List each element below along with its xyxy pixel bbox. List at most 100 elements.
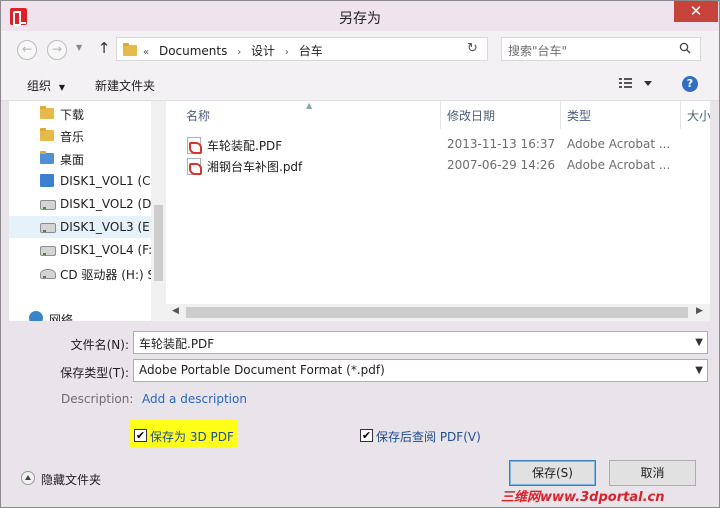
nav-scrollbar[interactable] xyxy=(151,101,166,321)
breadcrumb-design[interactable]: 设计 xyxy=(251,44,275,58)
chevron-right-icon[interactable]: › xyxy=(237,47,241,58)
search-input[interactable]: 搜索"台车" xyxy=(501,37,701,61)
filetype-select[interactable]: Adobe Portable Document Format (*.pdf) ▼ xyxy=(133,359,708,382)
overflow-chevron-icon[interactable]: « xyxy=(143,47,149,58)
scroll-left-icon[interactable]: ◀ xyxy=(172,306,179,316)
nav-item-label: 下载 xyxy=(60,108,85,122)
network-icon xyxy=(29,311,43,321)
add-description-link[interactable]: Add a description xyxy=(142,392,247,406)
view-after-save-checkbox[interactable]: ✔ xyxy=(360,429,373,442)
column-divider[interactable] xyxy=(560,101,561,129)
description-label: Description: xyxy=(61,392,134,406)
nav-item-downloads[interactable]: 下载 xyxy=(9,102,151,124)
organize-label: 组织 xyxy=(27,79,52,93)
forward-button[interactable]: → xyxy=(47,40,67,60)
title-bar: 另存为 ✕ xyxy=(1,1,719,31)
window-title: 另存为 xyxy=(339,11,381,27)
sort-ascending-icon: ▲ xyxy=(306,101,313,110)
navigation-pane: 下载 音乐 桌面 DISK1_VOL1 (C: DISK1_VOL2 (D DI… xyxy=(9,101,151,321)
music-folder-icon xyxy=(40,128,54,141)
column-divider[interactable] xyxy=(440,101,441,129)
nav-item-label: 桌面 xyxy=(60,153,85,167)
file-date: 2007-06-29 14:26 xyxy=(447,158,556,172)
hide-folders-toggle-icon[interactable] xyxy=(21,471,35,485)
drive-icon xyxy=(40,246,56,256)
column-header-name[interactable]: 名称 xyxy=(186,107,210,124)
nav-item-label: CD 驱动器 (H:) S xyxy=(60,268,151,282)
filetype-label: 保存类型(T): xyxy=(60,366,129,380)
back-arrow-icon: ← xyxy=(21,42,33,56)
nav-item-disk1-vol4[interactable]: DISK1_VOL4 (F: xyxy=(9,239,151,261)
file-row[interactable]: 湘钢台车补图.pdf 2007-06-29 14:26 Adobe Acroba… xyxy=(166,155,710,177)
nav-scrollbar-thumb[interactable] xyxy=(154,205,163,281)
search-icon[interactable] xyxy=(679,42,691,54)
file-row[interactable]: 车轮装配.PDF 2013-11-13 16:37 Adobe Acrobat … xyxy=(166,134,710,156)
nav-item-label: 音乐 xyxy=(60,130,85,144)
save-as-dialog: 另存为 ✕ ← → ▼ ↑ « Documents › 设计 › 台车 ▼ ↻ … xyxy=(0,0,720,508)
recent-locations-dropdown[interactable]: ▼ xyxy=(76,43,82,52)
pdf-file-icon xyxy=(187,137,202,154)
hide-folders-button[interactable]: 隐藏文件夹 xyxy=(41,471,101,488)
view-after-save-label[interactable]: 保存后查阅 PDF(V) xyxy=(376,428,481,445)
nav-item-disk1-vol2[interactable]: DISK1_VOL2 (D xyxy=(9,193,151,215)
nav-item-label: 网络 xyxy=(49,313,74,321)
scroll-right-icon[interactable]: ▶ xyxy=(696,306,703,316)
nav-item-disk1-vol3[interactable]: DISK1_VOL3 (E: xyxy=(9,216,151,238)
download-folder-icon xyxy=(40,106,54,119)
command-toolbar: 组织 ▼ 新建文件夹 xyxy=(1,67,719,101)
nav-item-label: DISK1_VOL3 (E: xyxy=(60,220,151,234)
chevron-down-icon: ▼ xyxy=(58,83,65,92)
chevron-down-icon[interactable]: ▼ xyxy=(695,365,703,376)
filename-label: 文件名(N): xyxy=(70,338,129,352)
file-name: 湘钢台车补图.pdf xyxy=(207,160,303,174)
desktop-folder-icon xyxy=(40,151,54,164)
refresh-icon[interactable]: ↻ xyxy=(467,41,483,57)
save-3d-pdf-checkbox[interactable]: ✔ xyxy=(134,429,147,442)
nav-item-music[interactable]: 音乐 xyxy=(9,124,151,146)
hscrollbar-thumb[interactable] xyxy=(186,307,688,318)
column-header-date[interactable]: 修改日期 xyxy=(447,107,495,124)
cancel-button[interactable]: 取消 xyxy=(609,460,696,486)
chevron-down-icon[interactable]: ▼ xyxy=(695,337,703,348)
new-folder-button[interactable]: 新建文件夹 xyxy=(95,77,155,94)
nav-item-desktop[interactable]: 桌面 xyxy=(9,147,151,169)
close-button[interactable]: ✕ xyxy=(674,1,718,22)
view-options-icon[interactable] xyxy=(618,77,654,91)
file-name: 车轮装配.PDF xyxy=(207,139,283,153)
address-row: ← → ▼ ↑ « Documents › 设计 › 台车 ▼ ↻ 搜索"台车" xyxy=(1,31,719,67)
file-list-hscrollbar[interactable]: ◀ ▶ xyxy=(166,304,710,321)
chevron-right-icon[interactable]: › xyxy=(285,47,289,58)
breadcrumb-documents[interactable]: Documents xyxy=(159,44,227,58)
column-header-type[interactable]: 类型 xyxy=(567,107,591,124)
watermark: 三维网www.3dportal.cn xyxy=(501,490,665,505)
help-icon[interactable]: ? xyxy=(682,76,698,92)
pdf-file-icon xyxy=(187,158,202,175)
filename-value: 车轮装配.PDF xyxy=(139,337,215,351)
column-divider[interactable] xyxy=(680,101,681,129)
file-type: Adobe Acrobat ... xyxy=(567,158,671,172)
up-button[interactable]: ↑ xyxy=(96,39,112,59)
cd-drive-icon xyxy=(40,269,56,279)
forward-arrow-icon: → xyxy=(51,42,63,56)
nav-item-cd-drive[interactable]: CD 驱动器 (H:) S xyxy=(9,262,151,284)
filename-input[interactable]: 车轮装配.PDF ▼ xyxy=(133,331,708,354)
save-3d-pdf-label[interactable]: 保存为 3D PDF xyxy=(150,428,234,445)
nav-item-label: DISK1_VOL4 (F: xyxy=(60,243,151,257)
save-button[interactable]: 保存(S) xyxy=(509,460,596,486)
file-list: ▲ 名称 修改日期 类型 大小 车轮装配.PDF 2013-11-13 16:3… xyxy=(166,101,710,321)
organize-menu[interactable]: 组织 ▼ xyxy=(27,77,65,94)
nav-item-label: DISK1_VOL1 (C: xyxy=(60,174,151,188)
system-drive-icon xyxy=(40,174,54,187)
folder-icon xyxy=(123,43,137,56)
nav-item-label: DISK1_VOL2 (D xyxy=(60,197,151,211)
back-button[interactable]: ← xyxy=(17,40,37,60)
filetype-value: Adobe Portable Document Format (*.pdf) xyxy=(139,363,385,377)
column-header-size[interactable]: 大小 xyxy=(687,107,710,124)
address-bar[interactable]: « Documents › 设计 › 台车 ▼ xyxy=(116,37,563,61)
nav-item-network[interactable]: 网络 xyxy=(29,307,129,321)
file-type: Adobe Acrobat ... xyxy=(567,137,671,151)
drive-icon xyxy=(40,223,56,233)
nav-item-disk1-vol1[interactable]: DISK1_VOL1 (C: xyxy=(9,170,151,192)
drive-icon xyxy=(40,200,56,210)
breadcrumb-trolley[interactable]: 台车 xyxy=(299,44,323,58)
